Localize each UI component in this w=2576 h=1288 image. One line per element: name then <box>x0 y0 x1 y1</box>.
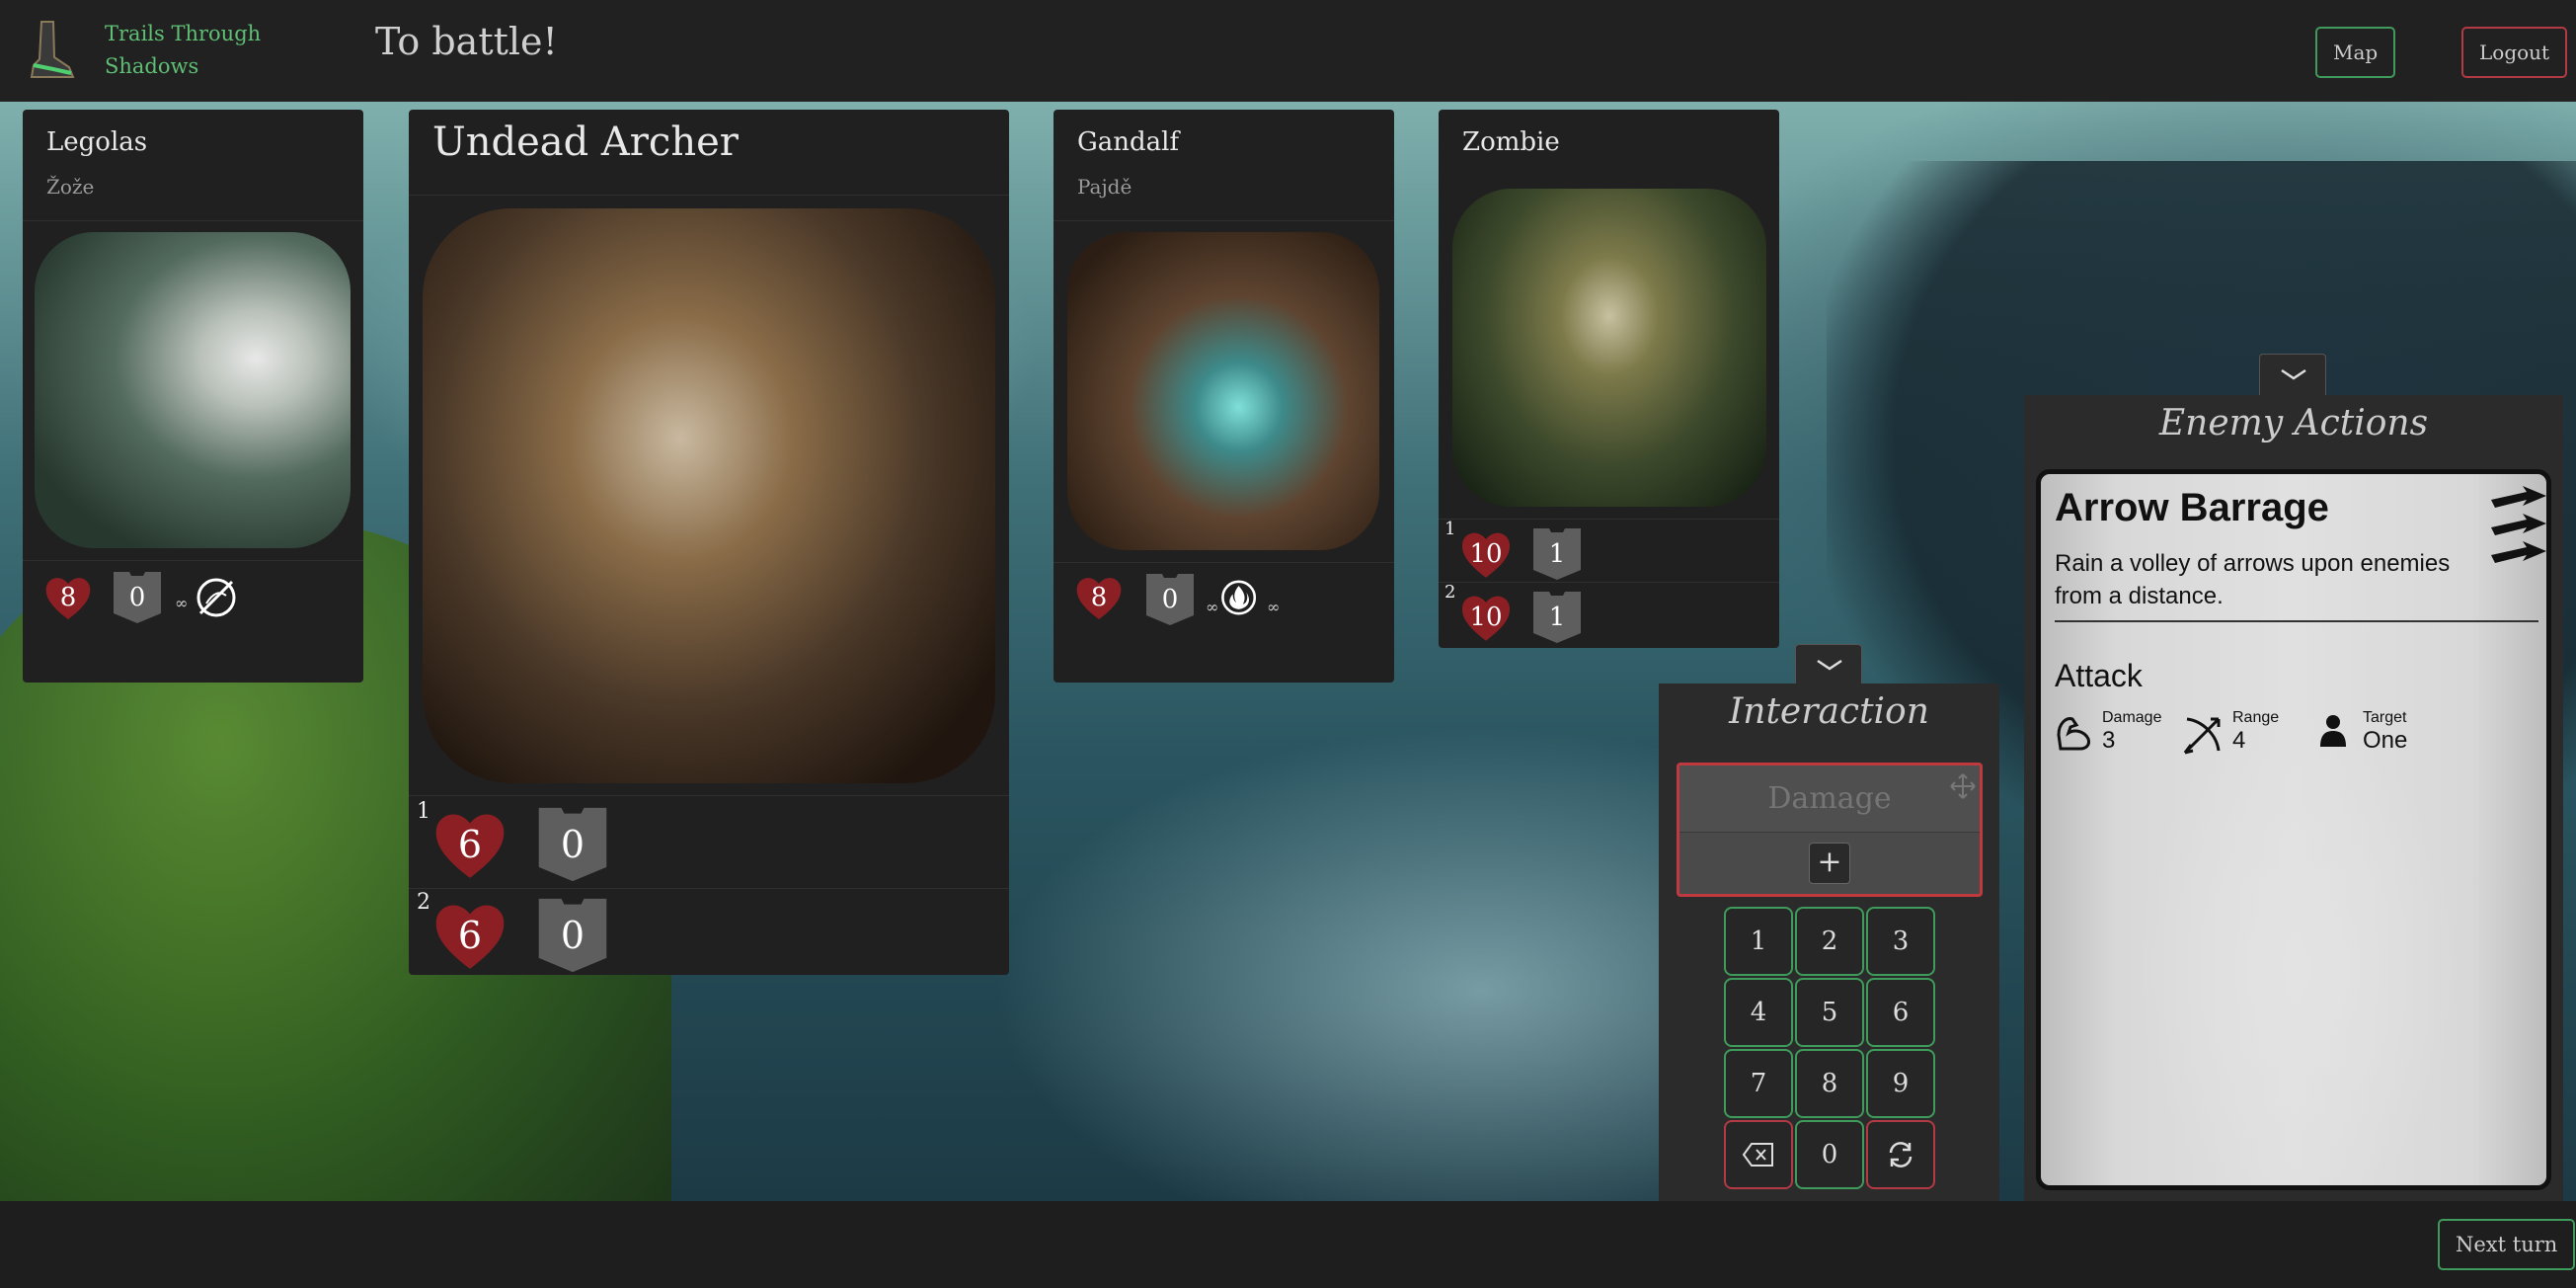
bound-icon[interactable] <box>187 574 240 621</box>
character-name: Legolas <box>46 127 148 157</box>
drag-move-icon[interactable] <box>1948 771 1978 801</box>
keypad-4[interactable]: 4 <box>1724 978 1793 1047</box>
character-card-legolas[interactable]: Legolas Žože 8 0 ∞ <box>23 110 363 683</box>
health-indicator[interactable]: 6 <box>430 896 509 975</box>
bow-icon <box>2183 717 2221 755</box>
unit-number: 1 <box>1444 519 1456 539</box>
logout-button[interactable]: Logout <box>2461 27 2568 78</box>
zombie-portrait <box>1452 189 1766 507</box>
armor-value: 0 <box>560 914 585 957</box>
player-name: Žože <box>46 175 95 199</box>
legolas-portrait <box>35 232 351 548</box>
armor-value: 0 <box>1161 585 1179 614</box>
stat-target: Target One <box>2317 709 2446 759</box>
enemy-name: Undead Archer <box>432 120 739 165</box>
keypad-3[interactable]: 3 <box>1866 907 1935 976</box>
keypad-2[interactable]: 2 <box>1795 907 1864 976</box>
interaction-collapse-tab[interactable] <box>1795 644 1862 684</box>
undead-archer-portrait <box>423 208 995 783</box>
health-value: 10 <box>1469 539 1503 569</box>
character-name: Gandalf <box>1077 127 1180 157</box>
refresh-icon <box>1889 1142 1912 1167</box>
armor-indicator[interactable]: 1 <box>1531 526 1583 582</box>
reset-button[interactable] <box>1866 1120 1935 1189</box>
enemy-actions-collapse-tab[interactable] <box>2259 354 2326 395</box>
armor-indicator: 0 <box>112 570 163 625</box>
enemy-actions-panel: Enemy Actions Arrow Barrage Rain a volle… <box>2024 395 2563 1201</box>
stat-value: One <box>2363 727 2408 754</box>
bottom-bar <box>0 1201 2576 1288</box>
unit-number: 2 <box>1444 582 1456 603</box>
condition-duration: ∞ <box>1267 598 1281 616</box>
armor-indicator[interactable]: 0 <box>533 805 612 884</box>
keypad-1[interactable]: 1 <box>1724 907 1793 976</box>
stat-label: Damage <box>2102 709 2162 726</box>
enemy-card-undead-archer[interactable]: Undead Archer 1 6 0 2 6 0 <box>409 110 1009 975</box>
boot-logo-icon[interactable] <box>24 18 79 85</box>
action-description: Rain a volley of arrows upon enemies fro… <box>2055 550 2451 609</box>
action-name: Arrow Barrage <box>2055 486 2329 529</box>
keypad-0[interactable]: 0 <box>1795 1120 1864 1189</box>
enemy-actions-title: Enemy Actions <box>2158 403 2429 443</box>
top-bar: Trails Through Shadows To battle! Map Lo… <box>0 0 2576 102</box>
condition-duration: ∞ <box>1206 598 1219 616</box>
armor-value: 1 <box>1548 539 1566 569</box>
armor-indicator[interactable]: 0 <box>533 896 612 975</box>
stat-label: Range <box>2232 709 2280 726</box>
chevron-down-icon <box>2281 368 2306 380</box>
damage-input[interactable] <box>1679 765 1980 833</box>
interaction-panel: Interaction + 1 2 3 4 5 6 7 8 9 0 <box>1659 684 1999 1201</box>
armor-indicator: 0 <box>1144 572 1196 627</box>
stat-damage: Damage 3 <box>2055 709 2173 759</box>
health-indicator: 8 <box>1073 572 1125 623</box>
stat-range: Range 4 <box>2181 709 2309 759</box>
arrows-icon <box>2491 486 2546 563</box>
armor-value: 0 <box>128 583 146 612</box>
brand-name[interactable]: Trails Through Shadows <box>105 18 282 83</box>
health-value: 6 <box>457 823 483 866</box>
health-value: 10 <box>1469 603 1503 632</box>
keypad-8[interactable]: 8 <box>1795 1049 1864 1118</box>
armor-indicator[interactable]: 1 <box>1531 590 1583 645</box>
condition-duration: ∞ <box>175 594 189 612</box>
health-value: 6 <box>457 914 483 957</box>
health-indicator[interactable]: 10 <box>1458 526 1514 582</box>
chevron-down-icon <box>1817 659 1842 671</box>
flame-icon[interactable] <box>1219 574 1265 621</box>
person-icon <box>2320 715 2346 747</box>
player-name: Pajdě <box>1077 175 1132 199</box>
stat-value: 4 <box>2232 727 2246 754</box>
enemy-name: Zombie <box>1462 127 1560 157</box>
add-damage-button[interactable]: + <box>1809 843 1850 884</box>
next-turn-button[interactable]: Next turn <box>2438 1219 2576 1270</box>
keypad-5[interactable]: 5 <box>1795 978 1864 1047</box>
character-card-gandalf[interactable]: Gandalf Pajdě 8 0 ∞ ∞ <box>1054 110 1394 683</box>
stat-label: Target <box>2363 709 2407 726</box>
map-button[interactable]: Map <box>2315 27 2396 78</box>
damage-box: + <box>1677 763 1983 897</box>
unit-number: 1 <box>417 799 430 824</box>
backspace-button[interactable] <box>1724 1120 1793 1189</box>
armor-value: 0 <box>560 823 585 866</box>
unit-number: 2 <box>417 890 430 915</box>
enemy-action-card[interactable]: Arrow Barrage Rain a volley of arrows up… <box>2036 469 2551 1190</box>
health-indicator[interactable]: 10 <box>1458 590 1514 645</box>
gandalf-portrait <box>1067 232 1379 550</box>
interaction-title: Interaction <box>1729 691 1929 732</box>
page-title: To battle! <box>375 20 558 63</box>
bicep-icon <box>2057 717 2090 751</box>
action-type: Attack <box>2055 658 2143 693</box>
keypad-9[interactable]: 9 <box>1866 1049 1935 1118</box>
keypad-6[interactable]: 6 <box>1866 978 1935 1047</box>
backspace-icon <box>1742 1143 1773 1167</box>
health-indicator[interactable]: 6 <box>430 805 509 884</box>
keypad-7[interactable]: 7 <box>1724 1049 1793 1118</box>
health-value: 8 <box>1090 583 1108 612</box>
enemy-card-zombie[interactable]: Zombie 1 10 1 2 10 1 <box>1439 110 1779 648</box>
stat-value: 3 <box>2102 727 2116 754</box>
health-value: 8 <box>59 583 77 612</box>
health-indicator: 8 <box>42 572 94 623</box>
divider <box>2055 620 2538 622</box>
armor-value: 1 <box>1548 603 1566 632</box>
